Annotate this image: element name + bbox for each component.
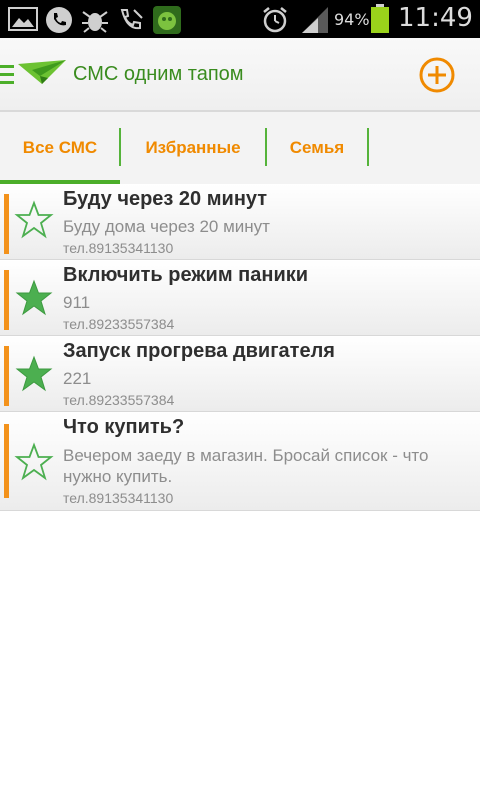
bug-icon xyxy=(82,11,108,33)
message-title: Буду через 20 минут xyxy=(63,188,268,210)
star-filled-icon[interactable] xyxy=(14,354,54,394)
clock: 11:49 xyxy=(398,3,473,33)
tab-all-sms[interactable]: Все СМС xyxy=(0,112,120,184)
battery-percent: 94% xyxy=(334,10,370,29)
tab-divider xyxy=(367,128,369,166)
phone-call-icon xyxy=(46,7,72,33)
paper-plane-logo-icon xyxy=(18,60,66,84)
phone-number: тел.89135341130 xyxy=(63,240,174,256)
accent-bar xyxy=(4,270,9,330)
list-item[interactable]: Включить режим паники 911 тел.8923355738… xyxy=(0,260,480,336)
tab-favorites[interactable]: Избранные xyxy=(121,112,265,184)
message-title: Включить режим паники xyxy=(63,264,309,286)
app-title: СМС одним тапом xyxy=(73,63,244,85)
status-bar: 94% 11:49 xyxy=(0,0,480,38)
add-button[interactable] xyxy=(418,56,456,94)
menu-icon[interactable] xyxy=(0,65,14,87)
missed-call-icon xyxy=(120,9,143,30)
message-text: 221 xyxy=(63,369,92,388)
phone-number: тел.89135341130 xyxy=(63,490,174,506)
message-text: Буду дома через 20 минут xyxy=(63,217,270,236)
image-notification-icon xyxy=(8,7,38,31)
battery-icon xyxy=(371,4,389,33)
list-item[interactable]: Запуск прогрева двигателя 221 тел.892335… xyxy=(0,336,480,412)
message-title: Что купить? xyxy=(63,416,185,438)
accent-bar xyxy=(4,346,9,406)
tab-bar: Все СМС Избранные Семья xyxy=(0,112,480,184)
star-outline-icon[interactable] xyxy=(14,200,54,240)
accent-bar xyxy=(4,194,9,254)
list-item[interactable]: Буду через 20 минут Буду дома через 20 м… xyxy=(0,184,480,260)
message-text: 911 xyxy=(63,293,91,312)
alarm-icon xyxy=(263,7,287,33)
star-outline-icon[interactable] xyxy=(14,442,54,482)
star-filled-icon[interactable] xyxy=(14,278,54,318)
app-notification-icon xyxy=(153,6,181,34)
message-title: Запуск прогрева двигателя xyxy=(63,340,335,362)
accent-bar xyxy=(4,424,9,498)
list-item[interactable]: Что купить? Вечером заеду в магазин. Бро… xyxy=(0,412,480,511)
message-list: Буду через 20 минут Буду дома через 20 м… xyxy=(0,184,480,511)
signal-icon xyxy=(302,7,328,33)
tab-family[interactable]: Семья xyxy=(267,112,367,184)
app-bar: СМС одним тапом xyxy=(0,38,480,112)
phone-number: тел.89233557384 xyxy=(63,392,175,408)
phone-number: тел.89233557384 xyxy=(63,316,175,332)
message-text: Вечером заеду в магазин. Бросай список -… xyxy=(63,446,429,486)
